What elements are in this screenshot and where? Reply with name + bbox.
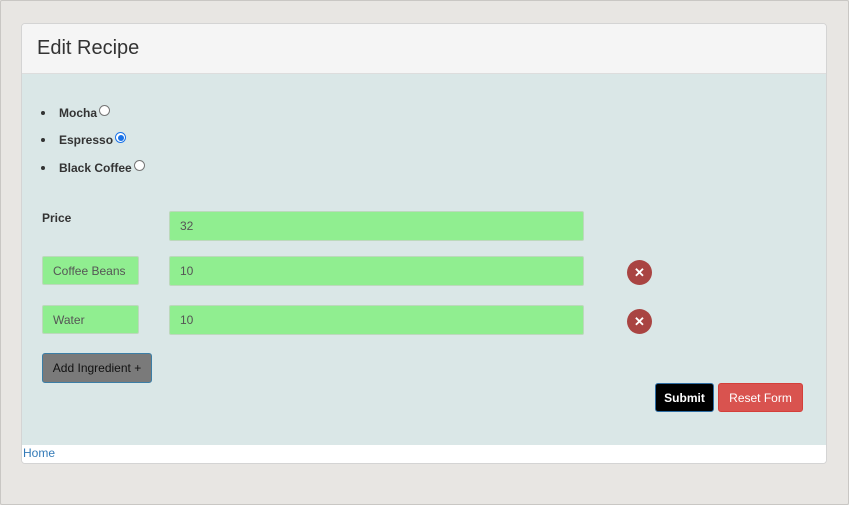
bullet-icon bbox=[41, 138, 45, 143]
recipe-form: Mocha Espresso Black Coffee Price 32 Cof… bbox=[22, 74, 826, 445]
reset-form-button[interactable]: Reset Form bbox=[718, 383, 803, 412]
radio-mocha[interactable] bbox=[99, 104, 111, 116]
panel-footer: Home bbox=[22, 445, 826, 463]
ingredient-amount-input[interactable]: 10 bbox=[169, 305, 584, 335]
ingredient-name-input[interactable]: Water bbox=[42, 305, 139, 334]
home-link[interactable]: Home bbox=[23, 446, 55, 460]
bullet-icon bbox=[41, 110, 45, 115]
drink-option-espresso: Espresso bbox=[40, 127, 145, 155]
price-input[interactable]: 32 bbox=[169, 211, 584, 241]
page-title: Edit Recipe bbox=[37, 37, 140, 59]
close-icon: ✕ bbox=[634, 313, 645, 329]
add-ingredient-button[interactable]: Add Ingredient + bbox=[42, 353, 152, 383]
radio-black-coffee[interactable] bbox=[133, 159, 145, 171]
panel-heading: Edit Recipe bbox=[22, 24, 826, 74]
drink-option-black-coffee: Black Coffee bbox=[40, 154, 145, 182]
ingredient-amount-input[interactable]: 10 bbox=[169, 256, 584, 286]
drink-option-label: Black Coffee bbox=[59, 160, 132, 175]
remove-ingredient-button[interactable]: ✕ bbox=[627, 260, 652, 285]
edit-recipe-panel: Edit Recipe Mocha Espresso Black Coffee … bbox=[21, 23, 827, 464]
bullet-icon bbox=[41, 165, 45, 170]
close-icon: ✕ bbox=[634, 264, 645, 280]
remove-ingredient-button[interactable]: ✕ bbox=[627, 309, 652, 334]
ingredient-name-input[interactable]: Coffee Beans bbox=[42, 256, 139, 285]
drink-option-label: Espresso bbox=[59, 133, 114, 148]
radio-espresso[interactable] bbox=[115, 132, 127, 144]
submit-button[interactable]: Submit bbox=[655, 383, 714, 412]
drink-option-label: Mocha bbox=[59, 105, 98, 120]
drink-option-mocha: Mocha bbox=[40, 99, 145, 127]
price-label: Price bbox=[42, 211, 72, 225]
drink-radio-list: Mocha Espresso Black Coffee bbox=[40, 99, 145, 182]
